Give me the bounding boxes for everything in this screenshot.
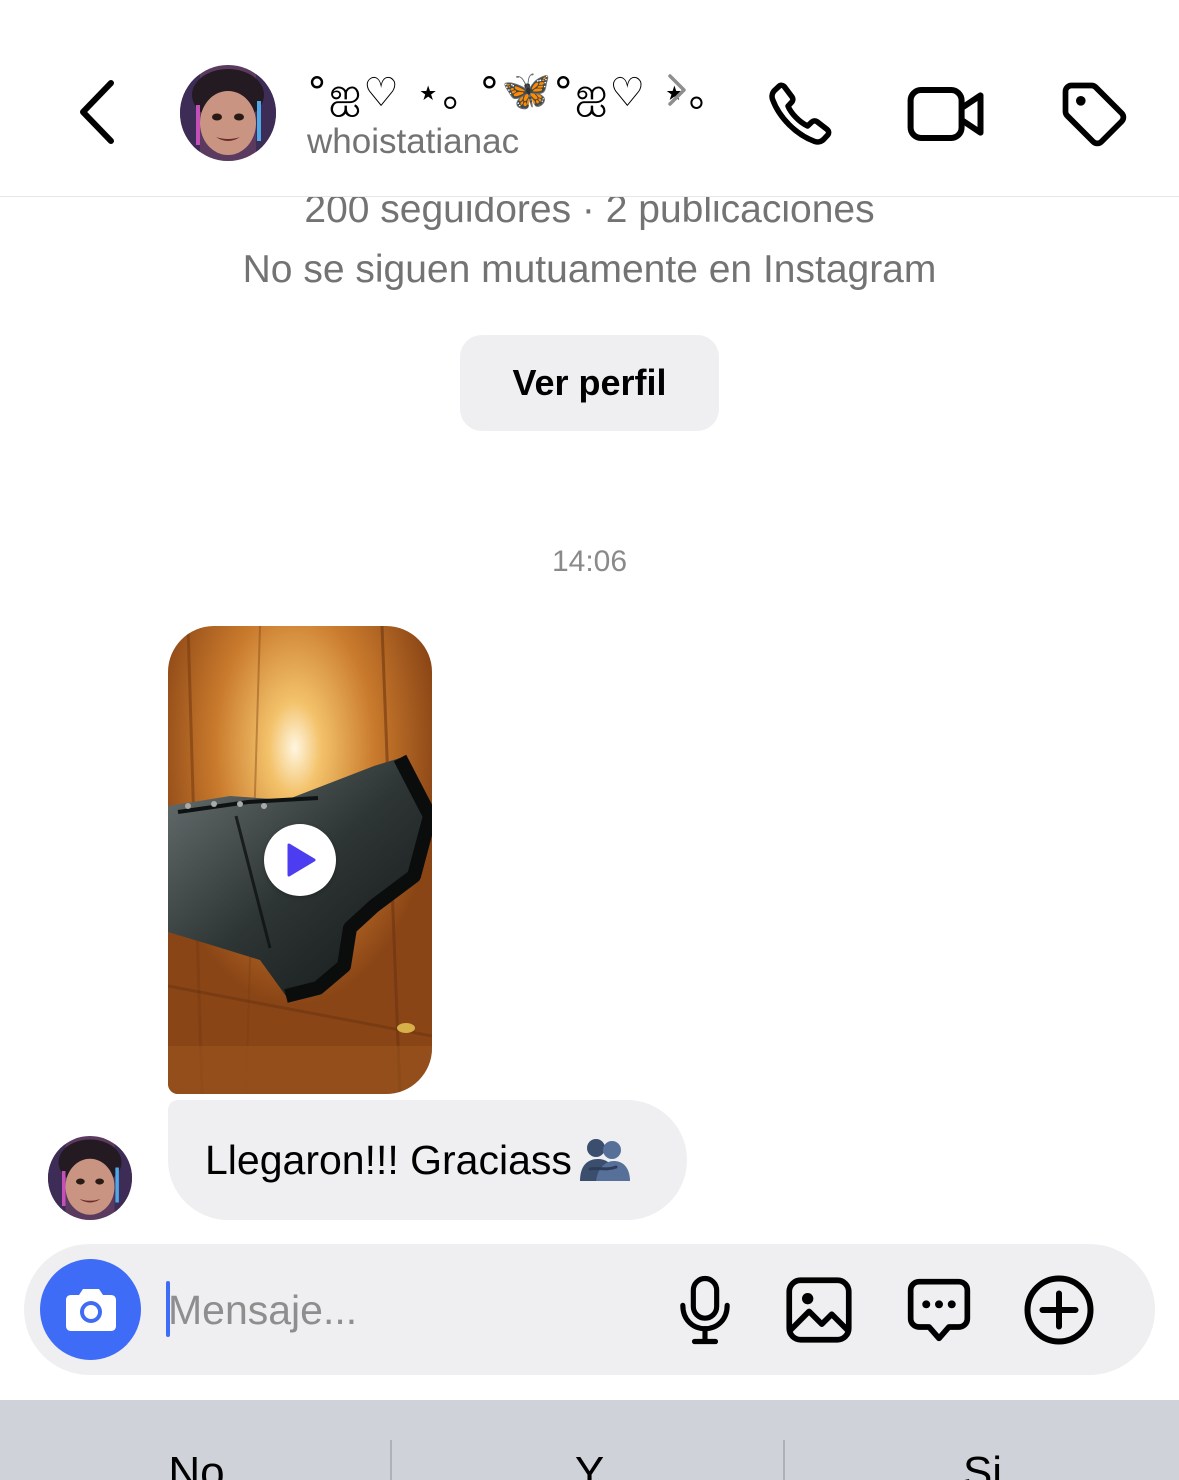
contact-avatar[interactable]	[180, 65, 276, 161]
sender-avatar[interactable]	[48, 1136, 132, 1220]
plus-circle-icon	[1024, 1275, 1094, 1345]
microphone-icon	[680, 1275, 730, 1345]
camera-icon	[65, 1288, 116, 1331]
chevron-right-icon[interactable]	[662, 70, 692, 110]
mutual-follow-status: No se siguen mutuamente en Instagram	[242, 248, 937, 291]
image-icon	[786, 1277, 852, 1343]
avatar-photo-small	[48, 1136, 132, 1220]
butterfly-icon: 🦋	[501, 67, 554, 114]
contact-display-name[interactable]: °ஐ♡ ⋆｡ ° 🦋 °ஐ♡ ⋆｡	[307, 62, 711, 118]
camera-button[interactable]	[40, 1259, 141, 1360]
voice-message-button[interactable]	[667, 1272, 743, 1348]
display-name-left: °ஐ♡ ⋆｡ °	[307, 69, 502, 116]
gallery-button[interactable]	[781, 1272, 857, 1348]
chevron-left-icon	[80, 80, 114, 144]
chat-header: °ஐ♡ ⋆｡ ° 🦋 °ஐ♡ ⋆｡ whoistatianac	[0, 0, 1179, 197]
keyboard-suggestion-bar: No Y Si	[0, 1400, 1179, 1480]
video-message[interactable]	[168, 626, 432, 1094]
play-button[interactable]	[264, 824, 336, 896]
message-composer	[24, 1244, 1155, 1375]
video-call-button[interactable]	[904, 72, 988, 156]
chat-options-button[interactable]	[901, 1272, 977, 1348]
suggestion-3[interactable]: Si	[786, 1448, 1179, 1480]
message-bubble-icon	[907, 1278, 971, 1342]
add-attachment-button[interactable]	[1021, 1272, 1097, 1348]
suggestion-divider	[390, 1440, 392, 1480]
suggestion-1[interactable]: No	[0, 1448, 393, 1480]
message-timestamp: 14:06	[551, 545, 628, 578]
audio-call-button[interactable]	[758, 72, 842, 156]
view-profile-button[interactable]: Ver perfil	[460, 335, 719, 431]
tag-button[interactable]	[1052, 72, 1136, 156]
video-camera-icon	[907, 87, 984, 141]
play-icon	[287, 843, 316, 877]
back-button[interactable]	[62, 72, 132, 152]
message-input[interactable]	[168, 1272, 618, 1348]
contact-username[interactable]: whoistatianac	[307, 122, 519, 162]
suggestion-2[interactable]: Y	[393, 1448, 786, 1480]
tag-icon	[1062, 82, 1127, 147]
phone-icon	[769, 82, 832, 145]
text-message[interactable]: Llegaron!!! Graciass	[168, 1100, 687, 1220]
avatar-photo	[180, 65, 276, 161]
people-hugging-icon	[579, 1139, 630, 1181]
suggestion-divider	[783, 1440, 785, 1480]
message-text: Llegaron!!! Graciass	[205, 1136, 572, 1183]
